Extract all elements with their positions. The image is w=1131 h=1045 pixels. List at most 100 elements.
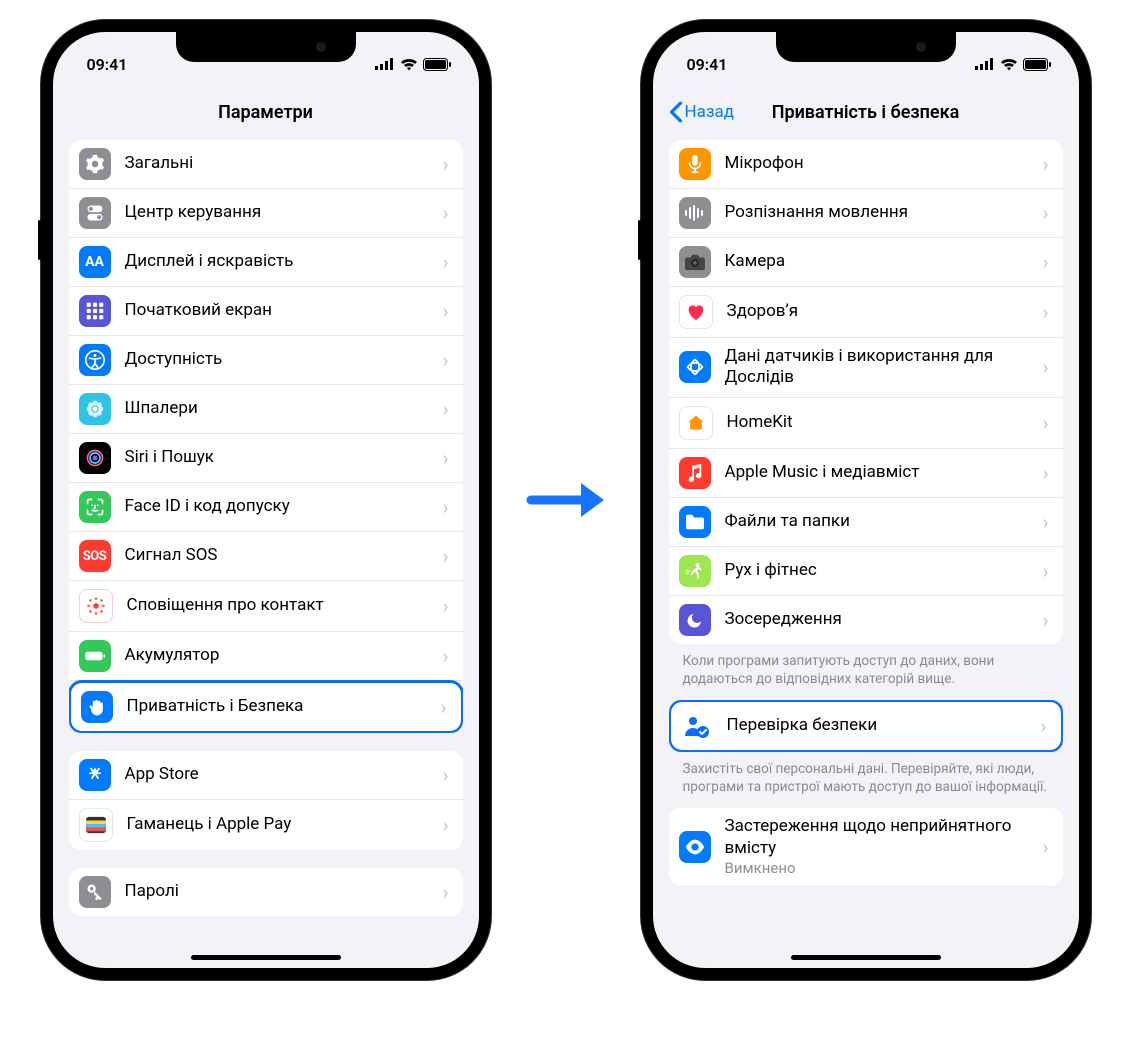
home-indicator[interactable] [191, 955, 341, 960]
chevron-right-icon: › [1042, 835, 1048, 859]
row-wallpaper[interactable]: Шпалери › [69, 385, 463, 434]
nav-bar: Параметри [53, 88, 479, 140]
row-label: Гаманець і Apple Pay [127, 814, 437, 835]
home-indicator[interactable] [791, 955, 941, 960]
row-appstore[interactable]: App Store › [69, 751, 463, 800]
flower-icon [79, 393, 111, 425]
row-general[interactable]: Загальні › [69, 140, 463, 189]
siri-icon [79, 442, 111, 474]
row-label: Siri і Пошук [125, 447, 437, 468]
row-label: Початковий екран [125, 300, 437, 321]
music-icon [679, 457, 711, 489]
cellular-icon [375, 58, 395, 70]
row-label: Файли та папки [725, 511, 1037, 532]
row-media[interactable]: Apple Music і медіавміст › [669, 449, 1063, 498]
wifi-icon [400, 58, 418, 71]
toggles-icon [79, 197, 111, 229]
chevron-right-icon: › [442, 152, 448, 176]
chevron-right-icon: › [1042, 510, 1048, 534]
row-label: Дисплей і яскравість [125, 251, 437, 272]
chevron-right-icon: › [442, 495, 448, 519]
notch [776, 32, 956, 62]
row-safety-check[interactable]: Перевірка безпеки › [669, 700, 1063, 752]
chevron-right-icon: › [1042, 201, 1048, 225]
chevron-right-icon: › [1042, 300, 1048, 324]
settings-list[interactable]: Загальні › Центр керування › AA Дисплей … [53, 140, 479, 968]
row-home-screen[interactable]: Початковий екран › [69, 287, 463, 336]
running-icon [679, 555, 711, 587]
row-label: Сповіщення про контакт [127, 595, 437, 616]
battery-icon-row [79, 640, 111, 672]
row-microphone[interactable]: Мікрофон › [669, 140, 1063, 189]
chevron-right-icon: › [442, 299, 448, 323]
research-icon [679, 351, 711, 383]
row-health[interactable]: Здоров’я › [669, 287, 1063, 338]
faceid-icon [79, 491, 111, 523]
chevron-right-icon: › [1042, 461, 1048, 485]
exposure-icon [79, 589, 113, 623]
wifi-icon [1000, 58, 1018, 71]
row-control-center[interactable]: Центр керування › [69, 189, 463, 238]
accessibility-icon [79, 344, 111, 376]
back-button[interactable]: Назад [669, 101, 735, 123]
row-faceid[interactable]: Face ID і код допуску › [69, 483, 463, 532]
gear-icon [79, 148, 111, 180]
moon-icon [679, 604, 711, 636]
row-label: Здоров’я [727, 301, 1037, 322]
nav-bar: Назад Приватність і безпека [653, 88, 1079, 140]
heart-icon [679, 295, 713, 329]
row-sensitive[interactable]: Застереження щодо неприйнятного вмісту В… [669, 808, 1063, 885]
chevron-right-icon: › [442, 813, 448, 837]
status-icons [975, 58, 1051, 71]
row-label: Apple Music і медіавміст [725, 462, 1037, 483]
row-label: Камера [725, 251, 1037, 272]
cellular-icon [975, 58, 995, 70]
row-label: Мікрофон [725, 153, 1037, 174]
row-display[interactable]: AA Дисплей і яскравість › [69, 238, 463, 287]
chevron-right-icon: › [442, 250, 448, 274]
row-label: Дані датчиків і використання для Досліді… [725, 346, 1037, 389]
row-wallet[interactable]: Гаманець і Apple Pay › [69, 800, 463, 850]
row-files[interactable]: Файли та папки › [669, 498, 1063, 547]
row-siri[interactable]: Siri і Пошук › [69, 434, 463, 483]
row-sos[interactable]: SOS Сигнал SOS › [69, 532, 463, 581]
row-focus[interactable]: Зосередження › [669, 596, 1063, 644]
apps-grid-icon [79, 295, 111, 327]
row-accessibility[interactable]: Доступність › [69, 336, 463, 385]
phone-right: 09:41 Назад Приватність і безпека Мікроф… [641, 20, 1091, 980]
sos-icon: SOS [79, 540, 111, 572]
chevron-right-icon: › [442, 446, 448, 470]
row-label: Приватність і Безпека [127, 696, 435, 717]
privacy-list[interactable]: Мікрофон › Розпізнання мовлення › Камера… [653, 140, 1079, 968]
text-size-icon: AA [79, 246, 111, 278]
row-camera[interactable]: Камера › [669, 238, 1063, 287]
row-homekit[interactable]: HomeKit › [669, 398, 1063, 449]
row-passwords[interactable]: Паролі › [69, 868, 463, 916]
chevron-right-icon: › [1042, 608, 1048, 632]
chevron-right-icon: › [442, 880, 448, 904]
camera-icon [679, 246, 711, 278]
chevron-right-icon: › [442, 544, 448, 568]
row-sublabel: Вимкнено [725, 859, 1037, 877]
chevron-right-icon: › [1042, 559, 1048, 583]
row-label: Загальні [125, 153, 437, 174]
row-speech[interactable]: Розпізнання мовлення › [669, 189, 1063, 238]
row-motion[interactable]: Рух і фітнес › [669, 547, 1063, 596]
hand-icon [81, 691, 113, 723]
waveform-icon [679, 197, 711, 229]
row-label: Сигнал SOS [125, 545, 437, 566]
battery-icon [1023, 58, 1051, 71]
row-label: Доступність [125, 349, 437, 370]
row-label: Перевірка безпеки [727, 715, 1035, 736]
row-label: Центр керування [125, 202, 437, 223]
safety-check-icon [681, 710, 713, 742]
status-icons [375, 58, 451, 71]
row-privacy[interactable]: Приватність і Безпека › [69, 680, 463, 733]
row-label: Рух і фітнес [725, 560, 1037, 581]
status-time: 09:41 [87, 55, 128, 74]
row-battery[interactable]: Акумулятор › [69, 632, 463, 681]
row-exposure[interactable]: Сповіщення про контакт › [69, 581, 463, 632]
row-research[interactable]: Дані датчиків і використання для Досліді… [669, 338, 1063, 398]
chevron-right-icon: › [1042, 355, 1048, 379]
mic-icon [679, 148, 711, 180]
